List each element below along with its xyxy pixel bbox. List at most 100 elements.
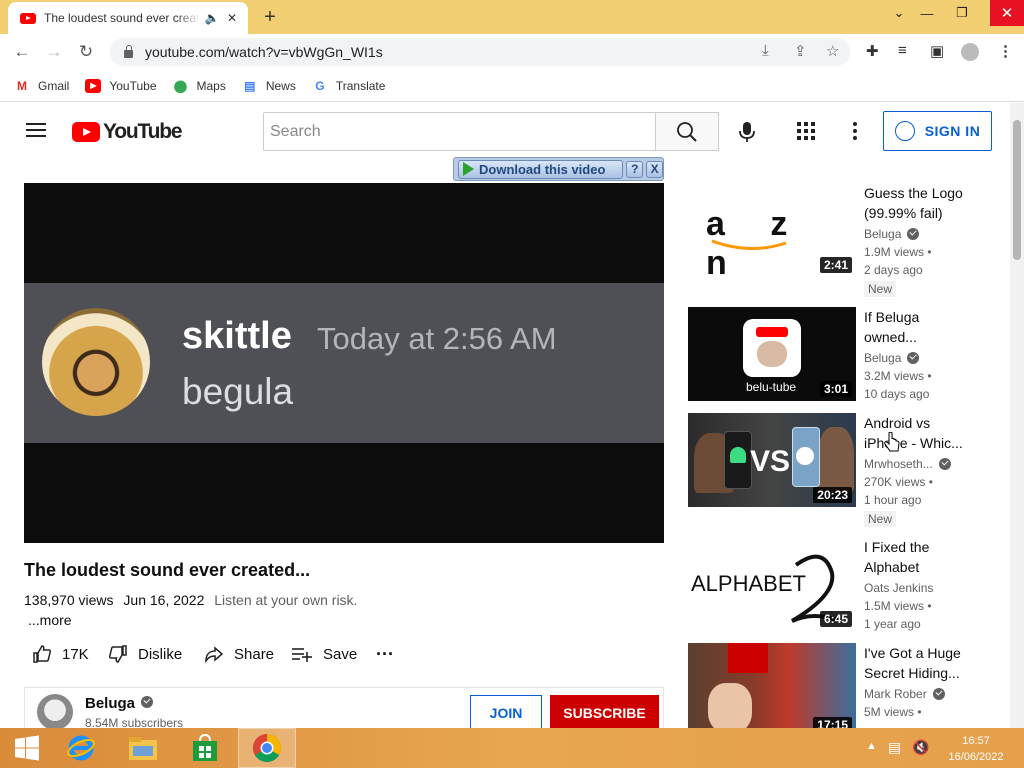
recommendation-item[interactable]: a z n 2:41 Guess the Logo (99.99% fail) … (688, 183, 1004, 301)
volume-muted-icon[interactable]: 🔇 (912, 739, 929, 756)
recommendation-age: 2 days ago (864, 263, 923, 277)
side-panel-icon[interactable]: ▣ (930, 42, 944, 60)
channel-avatar[interactable] (37, 694, 73, 730)
recommendation-thumbnail[interactable]: VS 20:23 (688, 413, 856, 507)
bookmark-youtube[interactable]: ▶ YouTube (85, 78, 157, 93)
recommendation-item[interactable]: 17:15 I've Got a Huge Secret Hiding... M… (688, 643, 1004, 728)
taskbar-clock[interactable]: 16:57 16/06/2022 (940, 733, 1012, 765)
window-close-button[interactable]: ✕ (990, 0, 1024, 26)
profile-icon[interactable] (961, 43, 979, 61)
download-video-button[interactable]: Download this video (458, 159, 624, 179)
recommendation-title: I've Got a Huge Secret Hiding... (864, 645, 961, 681)
address-bar[interactable]: youtube.com/watch?v=vbWgGn_WI1s (110, 38, 850, 66)
dislike-button[interactable]: Dislike (108, 643, 182, 665)
recommendation-item[interactable]: ALPHABET 6:45 I Fixed the Alphabet Oats … (688, 537, 1004, 637)
bookmarks-bar: M Gmail ▶ YouTube ⬤ Maps ▤ News G Translate (0, 70, 1024, 102)
recommendation-thumbnail[interactable]: a z n 2:41 (688, 183, 856, 277)
apps-grid-icon[interactable] (797, 122, 817, 140)
video-duration: 17:15 (813, 717, 852, 728)
settings-more-icon[interactable] (852, 122, 858, 140)
browser-tab[interactable]: The loudest sound ever created... 🔈 ✕ (8, 2, 248, 34)
save-button[interactable]: Save (291, 643, 357, 665)
recommendation-thumbnail[interactable]: ALPHABET 6:45 (688, 537, 856, 631)
more-actions-icon[interactable]: ··· (376, 643, 394, 665)
chrome-menu-icon[interactable]: ⋮ (998, 42, 1013, 60)
account-icon (894, 121, 915, 141)
recommendation-thumbnail[interactable]: 17:15 (688, 643, 856, 728)
recommendation-title: If Beluga owned... (864, 309, 920, 345)
recommendation-channel: Beluga (864, 227, 920, 241)
back-icon[interactable]: ← (12, 42, 32, 62)
belutube-app-icon (743, 319, 801, 377)
recommendation-item[interactable]: VS 20:23 Android vs iPhone - Whic... Mrw… (688, 413, 1004, 531)
new-badge: New (864, 511, 897, 527)
chrome-icon (253, 734, 281, 762)
translate-icon: G (315, 78, 325, 93)
video-duration: 20:23 (813, 487, 852, 503)
store-taskbar[interactable] (178, 728, 232, 768)
search-input[interactable] (263, 112, 656, 151)
show-more-link[interactable]: ...more (28, 612, 72, 628)
clock-time: 16:57 (962, 735, 990, 747)
frame-username: skittle (182, 315, 292, 357)
like-button[interactable]: 17K (32, 643, 89, 665)
restore-button[interactable]: ❐ (945, 0, 979, 26)
new-tab-button[interactable]: + (258, 6, 282, 29)
youtube-wordmark: YouTube (103, 120, 183, 143)
file-explorer-taskbar[interactable] (116, 728, 170, 768)
download-close-button[interactable]: X (646, 160, 663, 178)
share-button[interactable]: Share (204, 643, 274, 665)
maps-pin-icon: ⬤ (173, 78, 188, 93)
bookmark-maps[interactable]: ⬤ Maps (173, 79, 226, 93)
verified-icon (938, 458, 951, 470)
forward-icon[interactable]: → (44, 42, 64, 62)
share-icon[interactable]: ⇪ (794, 42, 807, 60)
amazon-smile-icon (711, 239, 787, 251)
recommendation-age: 1 year ago (864, 617, 921, 631)
video-meta[interactable]: 138,970 views Jun 16, 2022 Listen at you… (24, 592, 357, 608)
verified-icon (907, 352, 920, 364)
hand-cursor-icon (884, 432, 900, 452)
frame-timestamp: Today at 2:56 AM (317, 321, 557, 356)
tab-title: The loudest sound ever created... (44, 11, 200, 25)
scrollbar-thumb[interactable] (1013, 120, 1021, 260)
show-hidden-icons[interactable]: ▲ (866, 740, 877, 752)
internet-explorer-taskbar[interactable] (54, 728, 108, 768)
download-help-button[interactable]: ? (626, 160, 644, 178)
tab-close-icon[interactable]: ✕ (224, 11, 240, 25)
network-icon[interactable]: ▤ (888, 739, 901, 756)
bookmark-news[interactable]: ▤ News (242, 79, 296, 93)
bookmark-star-icon[interactable]: ☆ (826, 42, 839, 60)
bookmark-translate[interactable]: G Translate (312, 78, 385, 93)
recommendation-thumbnail[interactable]: belu-tube 3:01 (688, 307, 856, 401)
recommendation-channel: Oats Jenkins (864, 581, 934, 595)
recommendation-channel: Beluga (864, 351, 920, 365)
internet-explorer-icon (67, 735, 95, 761)
join-button[interactable]: JOIN (470, 695, 542, 731)
youtube-favicon-icon (20, 12, 36, 24)
channel-name[interactable]: Beluga (85, 695, 154, 712)
extensions-icon[interactable]: ✚ (866, 42, 879, 60)
hamburger-menu-icon[interactable] (26, 123, 46, 137)
search-button[interactable] (655, 112, 719, 151)
start-button[interactable] (0, 728, 54, 768)
youtube-play-icon (72, 122, 100, 142)
thumbs-up-icon (33, 645, 52, 663)
voice-search-button[interactable] (735, 119, 759, 145)
cocacola-sign (728, 643, 768, 673)
recommendation-item[interactable]: belu-tube 3:01 If Beluga owned... Beluga… (688, 307, 1004, 407)
media-control-icon[interactable]: ≡ (898, 42, 907, 59)
minimize-button[interactable]: — (910, 0, 944, 26)
thumbs-down-icon (108, 645, 127, 663)
subscribe-button[interactable]: SUBSCRIBE (550, 695, 659, 731)
folder-icon (129, 737, 157, 760)
sign-in-button[interactable]: SIGN IN (883, 111, 992, 151)
chrome-taskbar[interactable] (238, 728, 296, 768)
youtube-logo[interactable]: YouTube (72, 120, 183, 144)
youtube-icon: ▶ (85, 78, 102, 93)
install-icon[interactable]: ⤓ (762, 42, 769, 59)
reload-icon[interactable]: ↻ (76, 42, 96, 62)
video-player[interactable]: skittle Today at 2:56 AM begula (24, 183, 664, 543)
bookmark-gmail[interactable]: M Gmail (14, 79, 69, 93)
speaker-icon[interactable]: 🔈 (204, 11, 220, 25)
